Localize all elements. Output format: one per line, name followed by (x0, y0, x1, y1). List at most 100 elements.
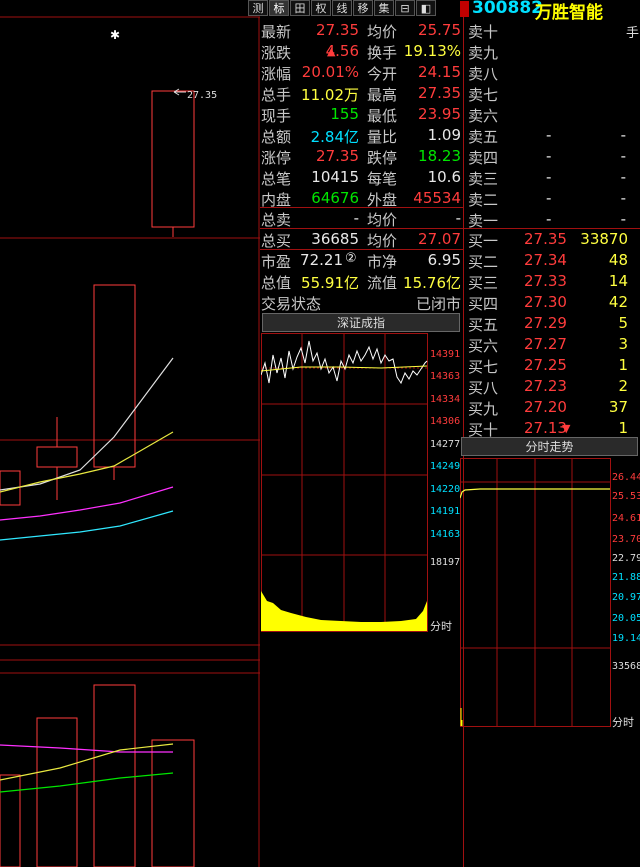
sell-level[interactable]: 卖八 (466, 62, 640, 83)
kline-chart[interactable]: ✱ 27.35 (0, 0, 260, 867)
level-volume: - (620, 147, 626, 165)
buy-level[interactable]: 买六 27.27 3 (466, 334, 640, 355)
intraday-volume-tick: 33568 (612, 661, 640, 672)
level-volume: 5 (618, 314, 628, 332)
stock-code[interactable]: 300882 (472, 0, 543, 18)
quote-value: 23.95 (418, 105, 461, 123)
index-volume-tick: 18197 (430, 557, 461, 568)
quote-label: 均价 (367, 23, 398, 41)
quote-value: 11.02万 (301, 86, 359, 104)
quote-label: 最新 (261, 23, 292, 41)
tab-move[interactable]: 移 (353, 0, 373, 16)
quote-label: 流值 (367, 274, 398, 292)
volume-bar (151, 739, 195, 867)
level-volume: - (620, 168, 626, 186)
index-price-tick: 14363 (430, 371, 461, 382)
intraday-price-tick: 21.88 (612, 572, 640, 583)
quote-label: 涨跌 (261, 44, 292, 62)
intraday-price-tick: 20.97 (612, 592, 640, 603)
tab-line[interactable]: 线 (332, 0, 352, 16)
index-price-tick: 14249 (430, 461, 461, 472)
sell-level[interactable]: 卖一 - - (466, 209, 640, 230)
high-price-marker: 27.35 (187, 90, 217, 101)
sell-level[interactable]: 卖六 (466, 104, 640, 125)
quote-label: 跌停 (367, 149, 398, 167)
level-price: 27.29 (524, 314, 567, 332)
sell-level[interactable]: 卖二 - - (466, 188, 640, 209)
chart-toolbar: 测 标 田 权 线 移 集 ⊟ ◧ (248, 0, 466, 17)
panel-toggle-icon[interactable]: ◧ (416, 0, 436, 16)
quote-row: 市盈 72.21 市净 6.95 ② (261, 250, 461, 271)
buy-level[interactable]: 买四 27.30 42 (466, 292, 640, 313)
trade-status-value: 已闭市 (415, 295, 461, 313)
level-volume: 1 (618, 419, 628, 437)
stock-header: 300882 万胜智能 (460, 0, 640, 23)
level-price: 27.30 (524, 293, 567, 311)
tab-collect[interactable]: 集 (374, 0, 394, 16)
tab-measure[interactable]: 测 (248, 0, 268, 16)
sell-level[interactable]: 卖五 - - (466, 125, 640, 146)
ma10-line (0, 431, 174, 493)
quote-row: 现手 155 最低 23.95 (261, 104, 461, 125)
buy-level[interactable]: 买三 27.33 14 (466, 271, 640, 292)
buy-level[interactable]: 买十 27.13 1 ▼ (466, 418, 640, 439)
candle (36, 446, 78, 468)
level-price: - (546, 147, 552, 165)
buy-level[interactable]: 买一 27.35 33870 (466, 229, 640, 250)
window-toggle-icon[interactable]: ⊟ (395, 0, 415, 16)
quote-value: 18.23 (418, 147, 461, 165)
level-price: - (546, 168, 552, 186)
quote-label: 总值 (261, 274, 292, 292)
level-volume: - (620, 126, 626, 144)
sell-level[interactable]: 卖四 - - (466, 146, 640, 167)
quote-row: 涨停 27.35 跌停 18.23 (261, 146, 461, 167)
sell-level[interactable]: 卖七 (466, 83, 640, 104)
tab-indicator[interactable]: 标 (269, 0, 289, 16)
index-price-tick: 14277 (430, 439, 461, 450)
level-price: 27.34 (524, 251, 567, 269)
quote-row: 总值 55.91亿 流值 15.76亿 (261, 271, 461, 292)
buy-level[interactable]: 买九 27.20 37 (466, 397, 640, 418)
sell-level[interactable]: 卖三 - - (466, 167, 640, 188)
quote-value: - (455, 209, 461, 227)
quote-value: 19.13% (403, 42, 461, 60)
volume-bar (36, 717, 78, 867)
quote-value: 10.6 (427, 168, 461, 186)
index-time-label: 分时 (430, 620, 452, 633)
candle (151, 90, 195, 228)
buy-level[interactable]: 买五 27.29 5 (466, 313, 640, 334)
volume-bar (93, 684, 136, 867)
quote-label: 今开 (367, 65, 398, 83)
sell-level[interactable]: 卖九 (466, 41, 640, 62)
index-price-tick: 14391 (430, 349, 461, 360)
intraday-time-label: 分时 (612, 716, 634, 729)
quote-label: 每笔 (367, 170, 398, 188)
quote-label: 总额 (261, 128, 292, 146)
quote-value: 25.75 (418, 21, 461, 39)
volume-bar (0, 774, 21, 867)
level-label: 买二 (468, 253, 499, 271)
level-price: 27.25 (524, 356, 567, 374)
tab-rights[interactable]: 权 (311, 0, 331, 16)
level-price: 27.33 (524, 272, 567, 290)
buy-level[interactable]: 买八 27.23 2 (466, 376, 640, 397)
buy-level[interactable]: 买二 27.34 48 (466, 250, 640, 271)
buy-level[interactable]: 买七 27.25 1 (466, 355, 640, 376)
sell-level[interactable]: 卖十 (466, 20, 640, 41)
quote-value: 2.84亿 (310, 128, 359, 146)
index-panel-title[interactable]: 深证成指 (262, 313, 460, 332)
level-volume: 2 (618, 377, 628, 395)
quote-row: 涨跌 4.56 换手 19.13% ▲ (261, 41, 461, 62)
trade-status-row: 交易状态 已闭市 (261, 292, 461, 313)
star-icon: ✱ (110, 28, 120, 42)
quote-value: 72.21 (300, 251, 343, 269)
down-arrow-icon: ▼ (562, 422, 571, 435)
up-arrow-icon: ▲ (327, 45, 336, 58)
quote-row: 总手 11.02万 最高 27.35 (261, 83, 461, 104)
level-label: 买五 (468, 316, 499, 334)
tab-grid[interactable]: 田 (290, 0, 310, 16)
quote-value: 45534 (413, 189, 461, 207)
intraday-price-tick: 20.05 (612, 613, 640, 624)
quote-row: 总额 2.84亿 量比 1.09 (261, 125, 461, 146)
intraday-panel-title[interactable]: 分时走势 (461, 437, 638, 456)
